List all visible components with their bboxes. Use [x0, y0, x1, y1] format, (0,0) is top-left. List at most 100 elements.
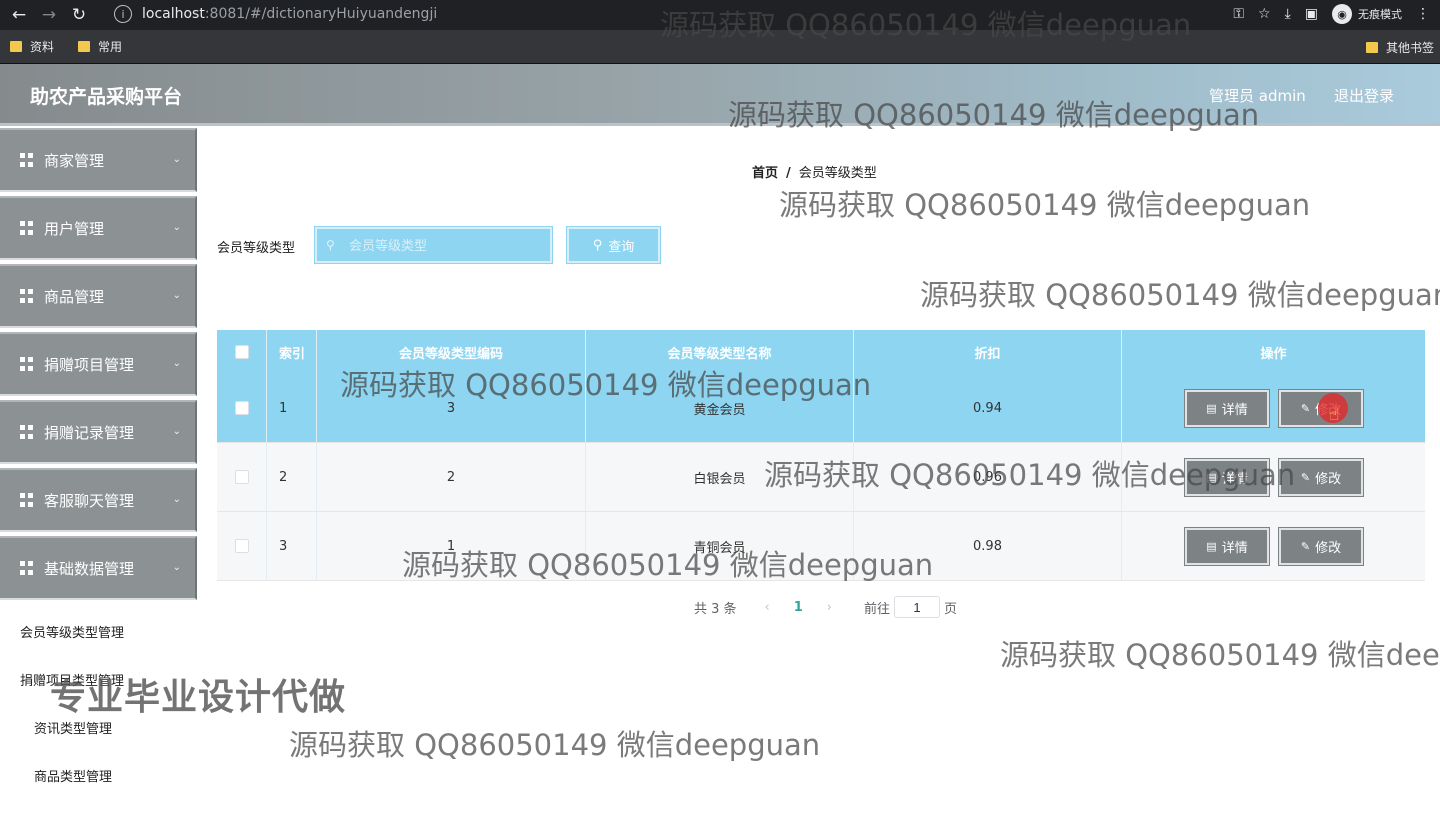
document-icon: ▤: [1206, 471, 1217, 484]
bookmark-label: 常用: [98, 40, 123, 54]
cell-name: 青铜会员: [586, 512, 854, 580]
table-header: 索引 会员等级类型编码 会员等级类型名称 折扣 操作: [217, 330, 1425, 374]
sidebar: 商家管理 ⌄ 用户管理 ⌄ 商品管理 ⌄ 捐赠项目管理 ⌄ 捐赠记录管理 ⌄ 客…: [0, 126, 197, 816]
sidebar-item-users[interactable]: 用户管理 ⌄: [0, 196, 197, 260]
pointer-hand-icon: ☝: [1329, 405, 1340, 425]
main-content: 首页 / 会员等级类型 会员等级类型 ⚲ ⚲ 查询 索引 会员等级类型编码 会员等级…: [197, 126, 1440, 816]
edit-icon: ✎: [1300, 540, 1311, 553]
folder-icon: [78, 41, 91, 52]
grid-icon: [20, 493, 34, 507]
cell-code: 3: [317, 374, 586, 442]
sidebar-item-merchant[interactable]: 商家管理 ⌄: [0, 128, 197, 192]
incognito-label: 无痕模式: [1358, 8, 1402, 21]
cell-name: 黄金会员: [586, 374, 854, 442]
row-checkbox[interactable]: [234, 539, 249, 553]
edit-button[interactable]: ✎ 修改: [1278, 458, 1364, 497]
bookmark-folder[interactable]: 常用: [78, 38, 122, 55]
sidebar-item-base-data[interactable]: 基础数据管理 ⌄: [0, 536, 197, 600]
folder-icon: [1365, 41, 1378, 53]
header-discount: 折扣: [854, 330, 1122, 374]
current-user: 管理员 admin: [1209, 87, 1306, 105]
shop-icon: [20, 153, 34, 167]
cell-code: 1: [317, 512, 586, 580]
detail-button-label: 详情: [1221, 472, 1248, 487]
chevron-down-icon: ⌄: [172, 494, 181, 505]
table-row[interactable]: 3 1 青铜会员 0.98 ▤ 详情 ✎ 修改: [217, 512, 1425, 581]
query-button[interactable]: ⚲ 查询: [566, 226, 661, 264]
sidebar-item-products[interactable]: 商品管理 ⌄: [0, 264, 197, 328]
other-bookmarks[interactable]: 其他书签: [1365, 30, 1434, 64]
detail-button[interactable]: ▤ 详情: [1184, 389, 1270, 428]
key-icon[interactable]: ⚿: [1233, 6, 1244, 22]
download-icon[interactable]: ⤓: [1285, 6, 1291, 22]
menu-icon[interactable]: ⋮: [1416, 6, 1430, 22]
header-actions: 操作: [1260, 346, 1287, 362]
pagination-page-unit: 页: [944, 601, 958, 617]
submenu-donation-type[interactable]: 捐赠项目类型管理: [20, 670, 124, 689]
select-all-cell: [217, 330, 267, 374]
incognito-indicator[interactable]: ◉ 无痕模式: [1332, 4, 1402, 24]
breadcrumb-current: 会员等级类型: [798, 166, 877, 181]
detail-button[interactable]: ▤ 详情: [1184, 527, 1270, 566]
chevron-left-icon[interactable]: ‹: [765, 600, 770, 615]
cell-index: 3: [267, 512, 317, 580]
bookmarks-bar: 资料 常用 其他书签: [0, 30, 1440, 64]
edit-button[interactable]: ✎ 修改: [1278, 527, 1364, 566]
pagination-page-input[interactable]: [894, 596, 941, 618]
select-all-checkbox[interactable]: [234, 345, 249, 359]
detail-button[interactable]: ▤ 详情: [1184, 458, 1270, 497]
sidebar-item-label: 客服聊天管理: [44, 491, 135, 510]
sidepanel-icon[interactable]: ▣: [1305, 6, 1318, 22]
address-bar[interactable]: i localhost:8081/#/dictionaryHuiyuandeng…: [106, 0, 1406, 28]
sidebar-item-chat[interactable]: 客服聊天管理 ⌄: [0, 468, 197, 532]
edit-button-label: 修改: [1315, 541, 1342, 556]
pagination-goto-label: 前往: [864, 601, 891, 617]
submenu-product-type[interactable]: 商品类型管理: [34, 766, 112, 785]
reload-icon[interactable]: ↻: [64, 1, 94, 29]
pagination: 共 3 条 ‹ 1 › 前往 页: [694, 596, 957, 618]
grid-icon: [20, 357, 34, 371]
header-index: 索引: [267, 330, 317, 374]
chevron-down-icon: ⌄: [172, 426, 181, 437]
detail-button-label: 详情: [1221, 541, 1248, 556]
url-path: /#/dictionaryHuiyuandengji: [245, 6, 438, 22]
detail-button-label: 详情: [1221, 403, 1248, 418]
search-icon: ⚲: [592, 237, 603, 253]
chevron-right-icon[interactable]: ›: [827, 600, 832, 615]
row-checkbox[interactable]: [234, 470, 249, 484]
logout-link[interactable]: 退出登录: [1334, 85, 1394, 106]
submenu-member-level[interactable]: 会员等级类型管理: [20, 622, 124, 641]
cell-discount: 0.96: [854, 443, 1122, 511]
search-input[interactable]: [314, 226, 553, 264]
table-row[interactable]: 2 2 白银会员 0.96 ▤ 详情 ✎ 修改: [217, 443, 1425, 512]
chevron-down-icon: ⌄: [172, 358, 181, 369]
clipboard-icon: [20, 289, 34, 303]
pagination-current-page[interactable]: 1: [794, 600, 803, 615]
forward-icon[interactable]: →: [34, 1, 64, 29]
app-title: 助农产品采购平台: [30, 86, 183, 108]
site-info-icon[interactable]: i: [114, 5, 132, 23]
chevron-down-icon: ⌄: [172, 290, 181, 301]
cell-index: 1: [267, 374, 317, 442]
bookmark-folder[interactable]: 资料: [10, 38, 54, 55]
sidebar-item-donation-projects[interactable]: 捐赠项目管理 ⌄: [0, 332, 197, 396]
sidebar-item-donation-records[interactable]: 捐赠记录管理 ⌄: [0, 400, 197, 464]
back-icon[interactable]: ←: [4, 1, 34, 29]
submenu-news-type[interactable]: 资讯类型管理: [34, 718, 112, 737]
cell-code: 2: [317, 443, 586, 511]
pagination-total: 共 3 条: [694, 601, 737, 617]
cell-name: 白银会员: [586, 443, 854, 511]
grid-icon: [20, 425, 34, 439]
row-checkbox[interactable]: [234, 401, 249, 415]
table-row[interactable]: 1 3 黄金会员 0.94 ▤详情 ✎修改: [217, 374, 1425, 443]
grid-icon: [20, 221, 34, 235]
sidebar-item-label: 用户管理: [44, 219, 105, 238]
breadcrumb-home[interactable]: 首页: [752, 166, 778, 181]
cell-discount: 0.98: [854, 512, 1122, 580]
query-button-label: 查询: [608, 239, 635, 255]
star-icon[interactable]: ☆: [1258, 6, 1271, 22]
sidebar-item-label: 基础数据管理: [44, 559, 135, 578]
folder-icon: [10, 41, 22, 52]
data-table: 索引 会员等级类型编码 会员等级类型名称 折扣 操作 1 3 黄金会员 0.94…: [217, 330, 1425, 581]
row-checkbox-cell: [217, 512, 267, 580]
